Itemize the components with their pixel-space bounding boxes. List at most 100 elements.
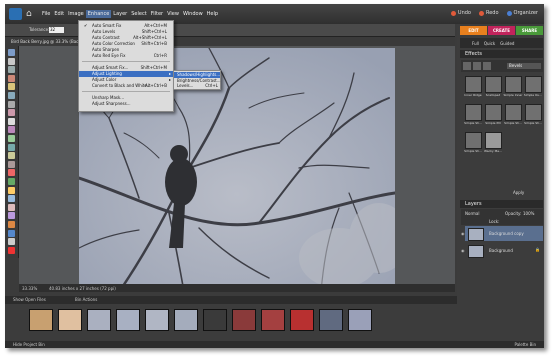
tab-edit[interactable]: EDIT	[460, 26, 487, 35]
blend-mode-select[interactable]: Normal	[465, 211, 479, 216]
layer-row-1[interactable]: ◉ Background copy	[461, 226, 543, 241]
subtab-quick[interactable]: Quick	[484, 41, 495, 46]
visibility-eye-icon[interactable]: ◉	[461, 248, 465, 253]
document-tab[interactable]: Bird Back Berry.jpg @ 33.3% (Backgro...	[5, 37, 455, 46]
menu-separator	[82, 61, 170, 62]
menu-layer[interactable]: Layer	[111, 10, 129, 18]
tool-1-icon[interactable]	[8, 49, 15, 56]
bin-thumbnail[interactable]	[87, 309, 111, 331]
tool-6-icon[interactable]	[8, 92, 15, 99]
tool-12-icon[interactable]	[8, 143, 15, 151]
effects-filter-select[interactable]: Bevels	[507, 63, 541, 69]
opacity-label: Opacity:	[505, 211, 522, 216]
tool-22-icon[interactable]	[8, 229, 15, 237]
effect-thumb[interactable]	[465, 76, 482, 93]
palette-bin-toggle[interactable]: Palette Bin	[514, 342, 536, 347]
menu-edit[interactable]: Edit	[52, 10, 66, 18]
menu-window[interactable]: Window	[181, 10, 205, 18]
effect-label: Simple Pill	[485, 121, 501, 125]
menu-item-shortcut: Ctrl+R	[153, 53, 167, 58]
layer-row-2[interactable]: ◉ Background 🔒	[461, 243, 543, 258]
photo-effects-icon[interactable]	[483, 62, 491, 70]
effect-thumb[interactable]	[505, 104, 522, 121]
tool-14-icon[interactable]	[8, 160, 15, 168]
tool-2-icon[interactable]	[8, 57, 15, 65]
tool-5-icon[interactable]	[8, 83, 15, 91]
toolbox	[5, 46, 19, 258]
hide-project-bin-toggle[interactable]: Hide Project Bin	[13, 342, 45, 347]
bin-thumbnail[interactable]	[319, 309, 343, 331]
subtab-full[interactable]: Full	[472, 41, 479, 46]
tool-24-icon[interactable]	[8, 246, 15, 254]
tool-16-icon[interactable]	[8, 178, 15, 185]
apply-button[interactable]: Apply	[513, 190, 524, 195]
show-open-files-select[interactable]: Show Open Files	[13, 297, 46, 302]
bin-thumbnail[interactable]	[145, 309, 169, 331]
tool-17-icon[interactable]	[8, 186, 15, 194]
menu-file[interactable]: File	[40, 10, 52, 18]
filters-icon[interactable]	[463, 62, 471, 70]
tool-15-icon[interactable]	[8, 169, 15, 177]
zoom-level[interactable]: 33.33%	[22, 286, 37, 291]
bin-thumbnail[interactable]	[232, 309, 256, 331]
bin-thumbnail[interactable]	[261, 309, 285, 331]
lock-label: Lock:	[489, 219, 500, 224]
bin-thumbnail[interactable]	[203, 309, 227, 331]
organizer-button[interactable]: Organizer	[506, 10, 538, 16]
bin-thumbnail[interactable]	[58, 309, 82, 331]
menu-filter[interactable]: Filter	[149, 10, 165, 18]
effect-thumb[interactable]	[505, 76, 522, 93]
opacity-value[interactable]: 100%	[523, 211, 534, 216]
menu-help[interactable]: Help	[205, 10, 220, 18]
effect-thumb[interactable]	[465, 132, 482, 149]
tool-10-icon[interactable]	[8, 126, 15, 134]
tool-18-icon[interactable]	[8, 195, 15, 203]
tab-create[interactable]: CREATE	[488, 26, 515, 35]
effect-thumb[interactable]	[525, 76, 542, 93]
tolerance-input[interactable]: 32	[49, 27, 64, 33]
effect-thumb[interactable]	[485, 104, 502, 121]
bin-thumbnail[interactable]	[290, 309, 314, 331]
tool-7-icon[interactable]	[8, 100, 15, 108]
menu-view[interactable]: View	[165, 10, 181, 18]
tool-8-icon[interactable]	[8, 109, 15, 117]
effect-thumb[interactable]	[525, 104, 542, 121]
layers-panel-header[interactable]: Layers	[460, 200, 543, 208]
tool-19-icon[interactable]	[8, 203, 15, 211]
tool-20-icon[interactable]	[8, 212, 15, 220]
bin-thumbnail[interactable]	[29, 309, 53, 331]
effect-thumb[interactable]	[485, 76, 502, 93]
adjust-lighting-submenu: Shadows/Highlights... Brightness/Contrast…	[173, 70, 221, 90]
layer-styles-icon[interactable]	[473, 62, 481, 70]
menu-item-adjust-sharpness[interactable]: Adjust Sharpness...	[79, 101, 173, 107]
bin-thumbnail[interactable]	[116, 309, 140, 331]
menu-image[interactable]: Image	[66, 10, 86, 18]
redo-button[interactable]: Redo	[478, 10, 499, 16]
tool-23-icon[interactable]	[8, 238, 15, 246]
subtab-guided[interactable]: Guided	[500, 41, 514, 46]
bin-thumbnail[interactable]	[348, 309, 372, 331]
home-icon[interactable]: ⌂	[26, 9, 36, 19]
bin-actions-menu[interactable]: Bin Actions	[75, 297, 97, 302]
tool-4-icon[interactable]	[8, 74, 15, 82]
tool-13-icon[interactable]	[8, 152, 15, 160]
layer-thumbnail	[468, 228, 484, 241]
bin-thumbnail[interactable]	[174, 309, 198, 331]
tool-3-icon[interactable]	[8, 66, 15, 74]
checkmark-icon: ✔	[84, 23, 88, 28]
menu-item-auto-red-eye-fix[interactable]: Auto Red Eye Fix Ctrl+R	[79, 53, 173, 59]
tab-share[interactable]: SHARE	[516, 26, 543, 35]
tool-11-icon[interactable]	[8, 135, 15, 142]
tool-9-icon[interactable]	[8, 117, 15, 125]
menu-item-convert-to-black-and-white[interactable]: Convert to Black and White... Alt+Ctrl+B	[79, 83, 173, 89]
menu-select[interactable]: Select	[129, 10, 148, 18]
effect-thumb[interactable]	[485, 132, 502, 149]
visibility-eye-icon[interactable]: ◉	[461, 231, 465, 236]
tool-21-icon[interactable]	[8, 221, 15, 228]
effect-thumb[interactable]	[465, 104, 482, 121]
effects-panel-header[interactable]: Effects	[460, 50, 543, 58]
undo-button[interactable]: Undo	[450, 10, 471, 16]
submenu-item-levels[interactable]: Levels... Ctrl+L	[174, 83, 220, 89]
menu-enhance[interactable]: Enhance	[85, 10, 112, 18]
bottom-bar: Hide Project Bin Palette Bin	[5, 341, 544, 348]
